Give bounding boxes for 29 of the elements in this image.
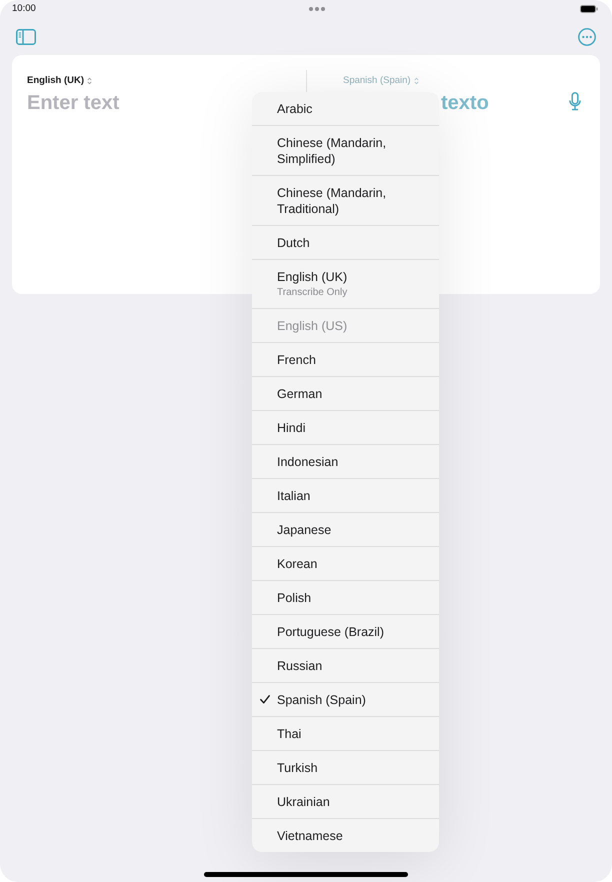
- microphone-icon[interactable]: [569, 92, 581, 111]
- language-option[interactable]: German: [252, 376, 439, 410]
- language-option[interactable]: Chinese (Mandarin, Simplified): [252, 125, 439, 175]
- language-option[interactable]: Vietnamese: [252, 818, 439, 852]
- language-option[interactable]: Korean: [252, 546, 439, 580]
- chevron-up-down-icon: [414, 77, 419, 85]
- status-time: 10:00: [12, 3, 36, 14]
- multitasking-dots-icon[interactable]: [308, 6, 325, 10]
- language-option[interactable]: Portuguese (Brazil): [252, 614, 439, 648]
- battery-icon: [580, 4, 598, 12]
- language-option[interactable]: French: [252, 342, 439, 376]
- language-option[interactable]: Arabic: [252, 92, 439, 125]
- sidebar-icon[interactable]: [16, 29, 36, 45]
- chevron-up-down-icon: [87, 77, 92, 85]
- language-option[interactable]: Japanese: [252, 512, 439, 546]
- more-icon[interactable]: [578, 28, 596, 46]
- language-option[interactable]: Chinese (Mandarin, Traditional): [252, 175, 439, 225]
- language-option[interactable]: Thai: [252, 716, 439, 750]
- language-option[interactable]: Dutch: [252, 225, 439, 259]
- language-option[interactable]: Indonesian: [252, 444, 439, 478]
- language-option[interactable]: Spanish (Spain): [252, 682, 439, 716]
- language-option[interactable]: Russian: [252, 648, 439, 682]
- language-option[interactable]: Turkish: [252, 750, 439, 784]
- language-option[interactable]: Hindi: [252, 410, 439, 444]
- language-option[interactable]: Italian: [252, 478, 439, 512]
- language-option[interactable]: Ukrainian: [252, 784, 439, 818]
- language-option[interactable]: Polish: [252, 580, 439, 614]
- language-option[interactable]: English (UK) Transcribe Only: [252, 259, 439, 308]
- source-language-button[interactable]: English (UK): [27, 75, 92, 87]
